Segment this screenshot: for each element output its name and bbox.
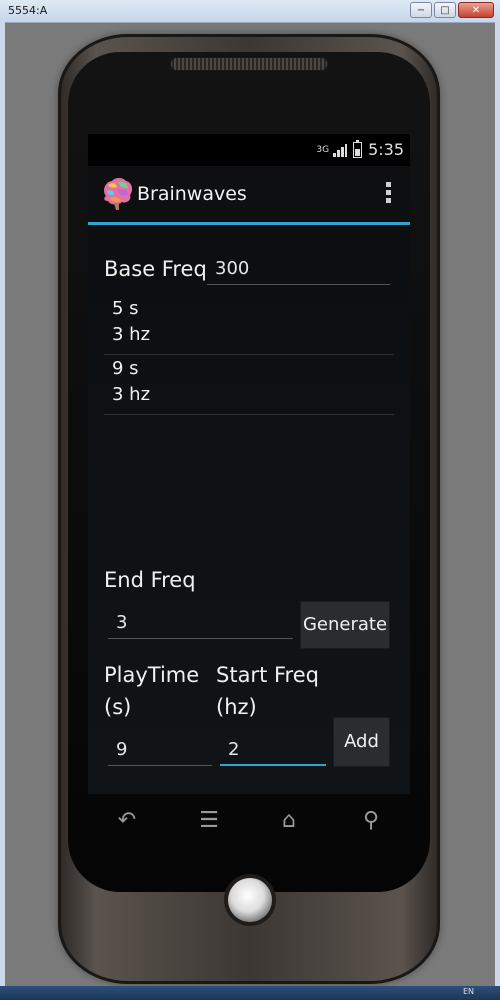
base-freq-input[interactable]: 300 [207,253,390,285]
close-button[interactable]: ✕ [458,2,494,18]
status-time: 5:35 [368,140,404,159]
speaker-grille [170,57,328,71]
device-screen: 3G 5:35 Brainwaves Base Freq 300 5 s 3 h… [88,134,410,794]
navigation-bar: ↶ ☰ ⌂ ⚲ [88,794,410,850]
window-title: 5554:A [8,4,48,17]
app-title: Brainwaves [137,183,247,205]
window-border-left [0,22,5,1000]
taskbar: EN [0,986,500,1000]
playtime-unit-label: (s) [104,695,132,719]
signal-icon [333,143,348,157]
playtime-input[interactable]: 9 [108,734,212,766]
battery-icon [353,139,363,158]
playtime-label: PlayTime [104,663,200,687]
trackball[interactable] [228,878,272,922]
language-indicator[interactable]: EN [463,987,474,996]
start-freq-label: Start Freq [216,663,319,687]
window-title-bar: 5554:A − □ ✕ [0,0,500,23]
segment-frequency: 3 hz [112,384,151,405]
window-controls: − □ ✕ [410,2,494,18]
network-type: 3G [316,144,330,155]
segment-list-item[interactable]: 9 s 3 hz [104,356,394,415]
main-content: Base Freq 300 5 s 3 hz 9 s 3 hz End Freq… [88,225,410,794]
end-freq-label: End Freq [104,568,196,592]
segment-duration: 9 s [112,358,139,379]
search-icon[interactable]: ⚲ [358,808,384,834]
segment-duration: 5 s [112,298,139,319]
start-freq-unit-label: (hz) [216,695,257,719]
menu-icon[interactable]: ☰ [196,808,222,834]
generate-button[interactable]: Generate [300,601,390,649]
end-freq-input[interactable]: 3 [108,607,293,639]
back-icon[interactable]: ↶ [114,808,140,834]
overflow-menu-icon[interactable] [386,182,392,208]
segment-list-item[interactable]: 5 s 3 hz [104,296,394,355]
action-bar: Brainwaves [88,166,410,225]
start-freq-input[interactable]: 2 [220,734,326,766]
add-button[interactable]: Add [333,717,390,767]
status-indicators: 3G 5:35 [316,139,404,159]
base-freq-label: Base Freq [104,257,207,281]
brain-icon [104,178,133,210]
home-icon[interactable]: ⌂ [276,808,302,834]
status-bar: 3G 5:35 [88,134,410,166]
maximize-button[interactable]: □ [434,2,456,18]
window-border-right [495,22,500,1000]
minimize-button[interactable]: − [410,2,432,18]
segment-frequency: 3 hz [112,324,151,345]
